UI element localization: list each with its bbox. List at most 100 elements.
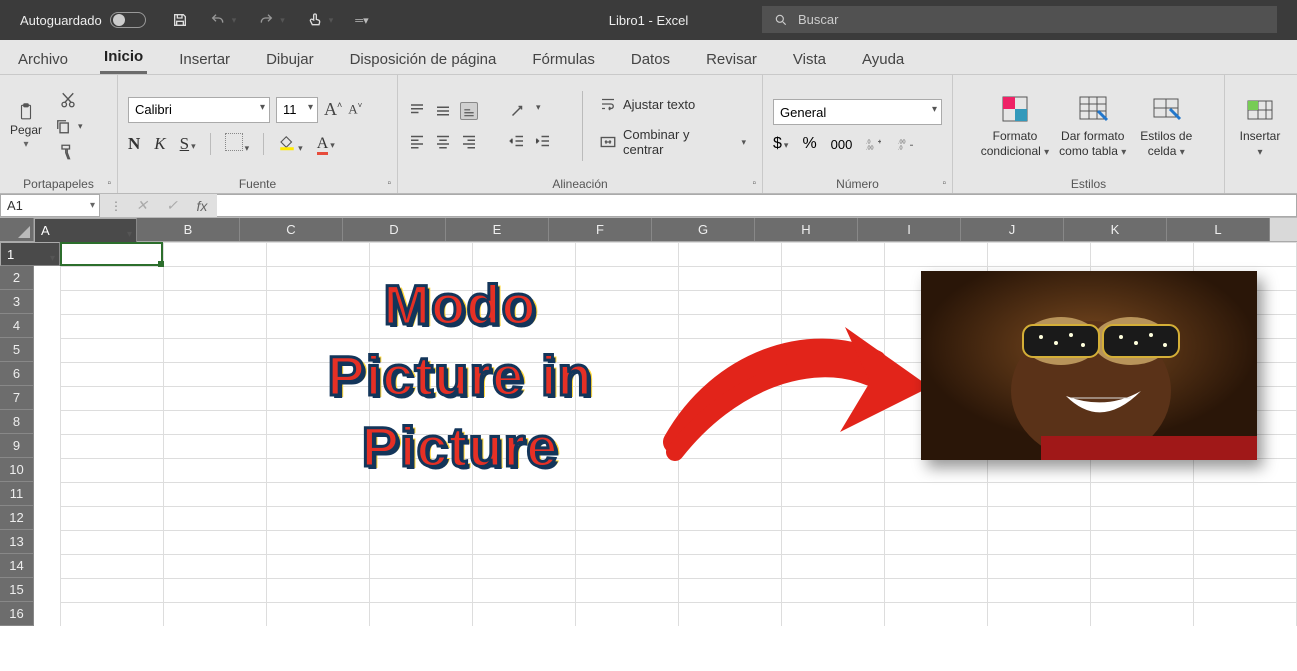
touch-mode-button[interactable]: ▾ xyxy=(307,12,334,28)
italic-button[interactable]: K xyxy=(154,134,165,154)
tab-vista[interactable]: Vista xyxy=(789,45,830,74)
merge-dropdown[interactable]: ▾ xyxy=(741,137,746,148)
paste-label[interactable]: Pegar xyxy=(10,123,42,137)
bold-button[interactable]: N xyxy=(128,134,140,154)
tab-ayuda[interactable]: Ayuda xyxy=(858,45,908,74)
percent-button[interactable]: % xyxy=(802,135,816,153)
redo-button[interactable]: ▾ xyxy=(258,12,285,28)
number-format-select[interactable]: General xyxy=(773,99,942,125)
row-header-3[interactable]: 3 xyxy=(0,290,34,314)
autosave-toggle[interactable]: Autoguardado xyxy=(20,12,146,28)
row-header-1[interactable]: 1 xyxy=(0,242,60,266)
font-name-select[interactable]: Calibri xyxy=(128,97,270,123)
currency-dropdown[interactable]: ▾ xyxy=(784,140,789,150)
row-header-5[interactable]: 5 xyxy=(0,338,34,362)
increase-indent-button[interactable] xyxy=(534,132,552,150)
col-header-e[interactable]: E xyxy=(446,218,549,241)
row-header-16[interactable]: 16 xyxy=(0,602,34,626)
col-header-b[interactable]: B xyxy=(137,218,240,241)
cancel-entry-button[interactable]: ✕ xyxy=(127,197,157,214)
col-header-c[interactable]: C xyxy=(240,218,343,241)
fill-color-button[interactable] xyxy=(278,133,296,151)
row-header-7[interactable]: 7 xyxy=(0,386,34,410)
align-right-button[interactable] xyxy=(460,132,478,150)
row-header-8[interactable]: 8 xyxy=(0,410,34,434)
name-box[interactable]: A1 xyxy=(0,194,100,217)
formula-input[interactable] xyxy=(217,194,1297,217)
row-header-13[interactable]: 13 xyxy=(0,530,34,554)
search-box[interactable]: Buscar xyxy=(762,6,1277,33)
format-table-button[interactable]: Dar formatocomo tabla ▾ xyxy=(1059,93,1126,158)
border-dropdown[interactable]: ▾ xyxy=(245,143,250,153)
namebox-expand[interactable]: ⋮ xyxy=(105,199,127,213)
row-header-14[interactable]: 14 xyxy=(0,554,34,578)
decrease-font-button[interactable]: A˅ xyxy=(348,101,362,117)
col-header-h[interactable]: H xyxy=(755,218,858,241)
row-header-15[interactable]: 15 xyxy=(0,578,34,602)
copy-dropdown[interactable]: ▾ xyxy=(78,121,83,132)
cells-area[interactable]: Modo Picture in Picture xyxy=(60,242,1297,626)
cell-styles-button[interactable]: Estilos decelda ▾ xyxy=(1136,93,1196,158)
tab-dibujar[interactable]: Dibujar xyxy=(262,45,318,74)
undo-button[interactable]: ▾ xyxy=(210,12,237,28)
col-header-a[interactable]: A xyxy=(34,218,137,244)
increase-decimal-button[interactable]: .0.00 xyxy=(866,135,884,153)
orientation-button[interactable] xyxy=(508,102,526,120)
align-center-button[interactable] xyxy=(434,132,452,150)
cut-icon[interactable] xyxy=(59,91,77,109)
tab-disposicion[interactable]: Disposición de página xyxy=(346,45,501,74)
wrap-text-button[interactable]: Ajustar texto xyxy=(593,91,752,117)
accept-entry-button[interactable]: ✓ xyxy=(157,197,187,214)
thousands-button[interactable]: 000 xyxy=(831,137,853,152)
tab-archivo[interactable]: Archivo xyxy=(14,45,72,74)
decrease-indent-button[interactable] xyxy=(508,132,526,150)
tab-formulas[interactable]: Fórmulas xyxy=(528,45,599,74)
col-header-l[interactable]: L xyxy=(1167,218,1270,241)
underline-dropdown[interactable]: ▾ xyxy=(191,141,196,151)
tab-insertar[interactable]: Insertar xyxy=(175,45,234,74)
clipboard-launcher[interactable]: ▫ xyxy=(107,178,111,189)
col-header-g[interactable]: G xyxy=(652,218,755,241)
tab-datos[interactable]: Datos xyxy=(627,45,674,74)
paste-icon[interactable] xyxy=(17,103,35,121)
font-color-button[interactable]: A xyxy=(317,135,329,155)
font-launcher[interactable]: ▫ xyxy=(387,178,391,189)
increase-font-button[interactable]: A˄ xyxy=(324,99,342,120)
row-header-2[interactable]: 2 xyxy=(0,266,34,290)
row-header-4[interactable]: 4 xyxy=(0,314,34,338)
save-icon[interactable] xyxy=(172,12,188,28)
col-header-d[interactable]: D xyxy=(343,218,446,241)
orientation-dropdown[interactable]: ▾ xyxy=(536,102,541,120)
currency-button[interactable]: $ xyxy=(773,135,782,152)
align-left-button[interactable] xyxy=(408,132,426,150)
row-header-10[interactable]: 10 xyxy=(0,458,34,482)
row-header-12[interactable]: 12 xyxy=(0,506,34,530)
insert-cells-button[interactable]: Insertar▾ xyxy=(1230,93,1290,158)
col-header-i[interactable]: I xyxy=(858,218,961,241)
format-painter-icon[interactable] xyxy=(59,143,77,161)
tab-revisar[interactable]: Revisar xyxy=(702,45,761,74)
row-header-11[interactable]: 11 xyxy=(0,482,34,506)
col-header-j[interactable]: J xyxy=(961,218,1064,241)
col-header-f[interactable]: F xyxy=(549,218,652,241)
row-header-9[interactable]: 9 xyxy=(0,434,34,458)
align-top-button[interactable] xyxy=(408,102,426,120)
conditional-format-button[interactable]: Formatocondicional ▾ xyxy=(981,93,1049,158)
copy-icon[interactable] xyxy=(54,117,72,135)
align-middle-button[interactable] xyxy=(434,102,452,120)
select-all-button[interactable] xyxy=(0,218,34,241)
number-launcher[interactable]: ▫ xyxy=(942,178,946,189)
fill-dropdown[interactable]: ▾ xyxy=(298,143,303,153)
underline-button[interactable]: S xyxy=(180,134,189,153)
col-header-k[interactable]: K xyxy=(1064,218,1167,241)
border-button[interactable] xyxy=(225,133,243,151)
alignment-launcher[interactable]: ▫ xyxy=(752,178,756,189)
font-color-dropdown[interactable]: ▾ xyxy=(330,140,335,150)
fx-button[interactable]: fx xyxy=(187,198,217,214)
font-size-select[interactable]: 11 xyxy=(276,97,318,123)
row-header-6[interactable]: 6 xyxy=(0,362,34,386)
merge-center-button[interactable]: Combinar y centrar ▾ xyxy=(593,123,752,161)
qat-customize-button[interactable]: ═▾ xyxy=(355,14,368,27)
decrease-decimal-button[interactable]: .00.0 xyxy=(898,135,916,153)
tab-inicio[interactable]: Inicio xyxy=(100,42,147,74)
